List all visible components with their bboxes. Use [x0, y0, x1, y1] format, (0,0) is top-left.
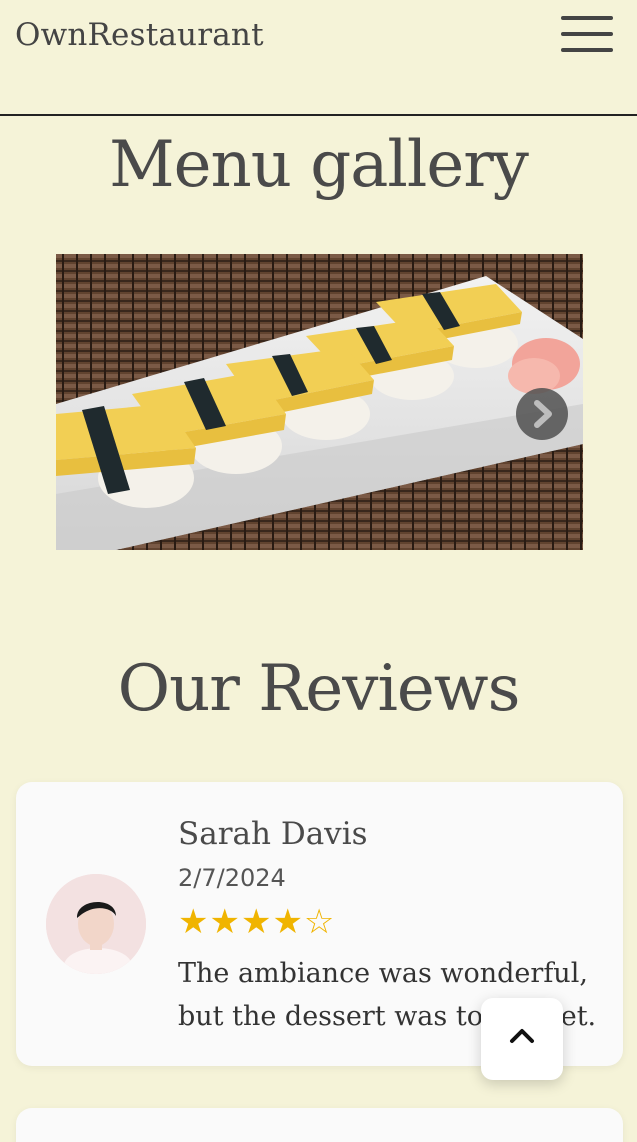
avatar-photo	[46, 874, 146, 974]
reviewer-name: Sarah Davis	[178, 816, 368, 852]
scroll-to-top-button[interactable]	[481, 998, 563, 1080]
chevron-up-icon	[510, 1029, 534, 1043]
hamburger-menu-icon[interactable]	[559, 14, 615, 56]
menu-bar	[561, 48, 613, 52]
page: OwnRestaurant Menu gallery Our Reviews S…	[0, 0, 637, 1142]
sushi-photo	[56, 254, 583, 550]
menu-bar	[561, 16, 613, 20]
gallery-title: Menu gallery	[109, 128, 529, 202]
review-date: 2/7/2024	[178, 864, 286, 892]
star-rating: ★★★★☆	[178, 902, 336, 942]
reviews-title: Our Reviews	[117, 652, 521, 726]
chevron-right-icon	[534, 400, 552, 428]
gallery-image	[56, 254, 583, 550]
reviewer-avatar	[46, 874, 146, 974]
menu-bar	[561, 32, 613, 36]
brand-logo[interactable]: OwnRestaurant	[15, 17, 264, 53]
review-card	[16, 1108, 623, 1142]
top-navbar: OwnRestaurant	[0, 0, 637, 116]
gallery-next-button[interactable]	[516, 388, 568, 440]
